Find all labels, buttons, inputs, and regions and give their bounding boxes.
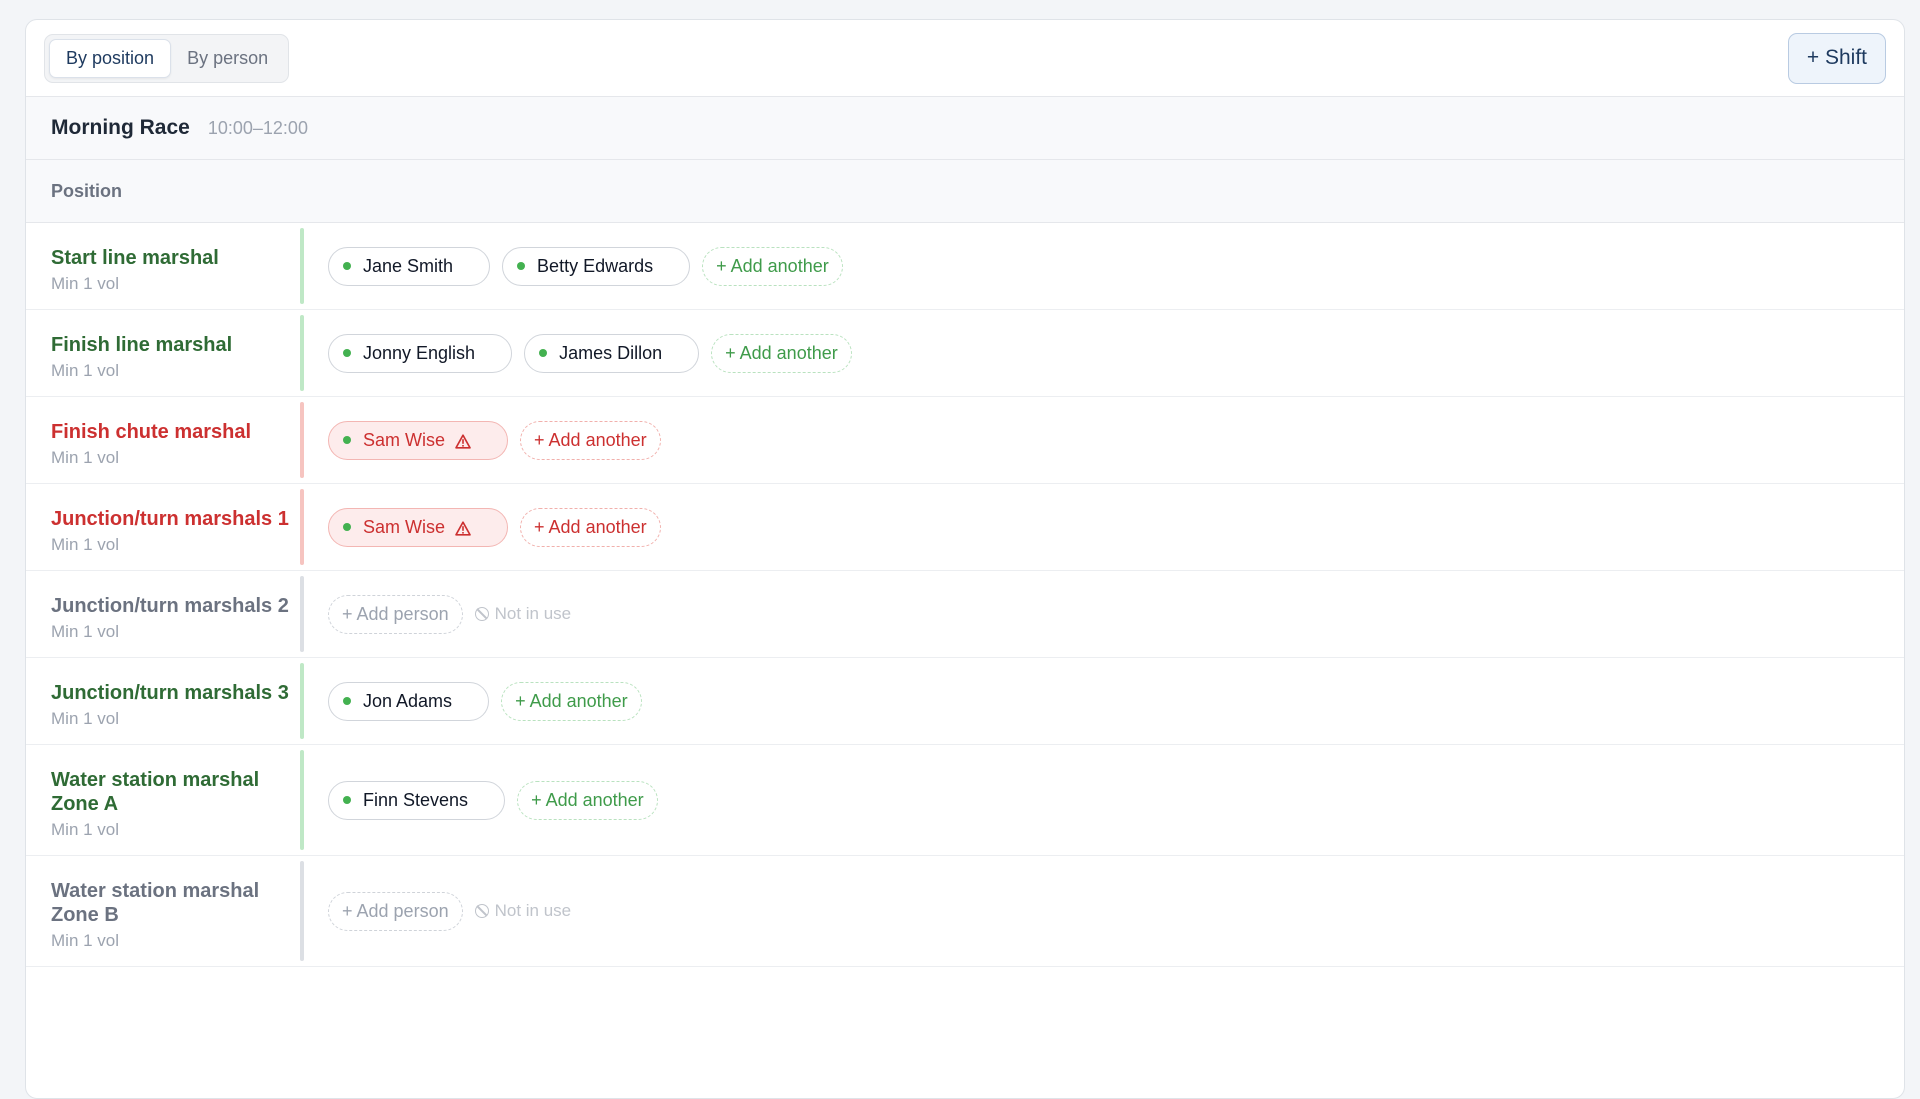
volunteer-name: Finn Stevens bbox=[363, 789, 469, 810]
volunteer-name: James Dillon bbox=[559, 342, 663, 363]
position-info: Finish chute marshal Min 1 vol bbox=[26, 402, 300, 478]
status-bar bbox=[300, 663, 304, 739]
tab-by-position[interactable]: By position bbox=[49, 38, 172, 78]
position-row: Junction/turn marshals 3 Min 1 vol Jon Ada… bbox=[26, 658, 1904, 745]
status-dot-icon bbox=[539, 349, 548, 357]
position-min-volunteers: Min 1 vol bbox=[51, 448, 120, 467]
add-person-button[interactable]: + Add person bbox=[328, 594, 463, 634]
status-dot-icon bbox=[343, 262, 351, 270]
position-row: Finish chute marshal Min 1 vol Sam Wise + A… bbox=[26, 397, 1904, 484]
status-dot-icon bbox=[343, 436, 351, 444]
not-in-use-status: Not in use bbox=[474, 901, 572, 921]
add-another-button[interactable]: + Add another bbox=[520, 507, 661, 547]
volunteer-name: Sam Wise bbox=[363, 429, 446, 450]
position-info: Water station marshal Zone B Min 1 vol bbox=[26, 861, 300, 961]
add-another-button[interactable]: + Add another bbox=[501, 681, 642, 721]
position-row: Water station marshal Zone B Min 1 vol + A… bbox=[26, 856, 1904, 967]
volunteer-chip[interactable]: Sam Wise bbox=[328, 420, 509, 460]
status-bar bbox=[300, 228, 304, 304]
ban-icon bbox=[474, 904, 489, 918]
status-bar bbox=[300, 576, 304, 652]
position-info: Water station marshal Zone A Min 1 vol bbox=[26, 750, 300, 850]
assignment-list: Sam Wise + Add another bbox=[328, 402, 661, 478]
schedule-panel: By position By person + Shift Morning Ra… bbox=[25, 19, 1905, 1099]
status-bar bbox=[300, 315, 304, 391]
status-bar bbox=[300, 861, 304, 961]
status-dot-icon bbox=[517, 262, 526, 270]
warning-triangle-icon bbox=[455, 433, 471, 449]
not-in-use-status: Not in use bbox=[474, 604, 572, 624]
position-name: Finish chute marshal bbox=[51, 421, 252, 443]
position-info: Finish line marshal Min 1 vol bbox=[26, 315, 300, 391]
assignment-list: Jon Adams + Add another bbox=[328, 663, 642, 739]
volunteer-name: Jonny English bbox=[363, 342, 476, 363]
volunteer-chip[interactable]: Jonny English bbox=[328, 333, 513, 373]
position-info: Start line marshal Min 1 vol bbox=[26, 228, 300, 304]
warning-triangle-icon bbox=[455, 520, 471, 536]
add-another-button[interactable]: + Add another bbox=[517, 780, 658, 820]
volunteer-chip[interactable]: Sam Wise bbox=[328, 507, 509, 547]
position-min-volunteers: Min 1 vol bbox=[51, 622, 120, 641]
position-name: Start line marshal bbox=[51, 247, 219, 269]
position-row: Start line marshal Min 1 vol Jane Smith Bet… bbox=[26, 223, 1904, 310]
ban-icon bbox=[474, 607, 489, 621]
position-list: Start line marshal Min 1 vol Jane Smith Bet… bbox=[26, 223, 1904, 967]
position-info: Junction/turn marshals 3 Min 1 vol bbox=[26, 663, 300, 739]
assignment-list: Finn Stevens + Add another bbox=[328, 750, 658, 850]
assignment-list: Jonny English James Dillon + Add another bbox=[328, 315, 852, 391]
add-shift-button[interactable]: + Shift bbox=[1787, 32, 1886, 84]
position-min-volunteers: Min 1 vol bbox=[51, 361, 120, 380]
position-min-volunteers: Min 1 vol bbox=[51, 820, 120, 839]
position-row: Junction/turn marshals 1 Min 1 vol Sam Wis… bbox=[26, 484, 1904, 571]
position-name: Junction/turn marshals 3 bbox=[51, 682, 289, 704]
volunteer-name: Betty Edwards bbox=[537, 255, 654, 276]
position-info: Junction/turn marshals 1 Min 1 vol bbox=[26, 489, 300, 565]
position-row: Junction/turn marshals 2 Min 1 vol + Add p… bbox=[26, 571, 1904, 658]
assignment-list: Sam Wise + Add another bbox=[328, 489, 661, 565]
position-name: Junction/turn marshals 2 bbox=[51, 595, 289, 617]
assignment-list: Jane Smith Betty Edwards + Add another bbox=[328, 228, 843, 304]
volunteer-chip[interactable]: James Dillon bbox=[524, 333, 700, 373]
position-min-volunteers: Min 1 vol bbox=[51, 709, 120, 728]
add-another-button[interactable]: + Add another bbox=[520, 420, 661, 460]
position-name: Water station marshal Zone B bbox=[51, 880, 260, 926]
position-min-volunteers: Min 1 vol bbox=[51, 535, 120, 554]
volunteer-name: Sam Wise bbox=[363, 516, 446, 537]
status-dot-icon bbox=[343, 523, 351, 531]
position-name: Water station marshal Zone A bbox=[51, 769, 260, 815]
position-info: Junction/turn marshals 2 Min 1 vol bbox=[26, 576, 300, 652]
volunteer-chip[interactable]: Betty Edwards bbox=[502, 246, 691, 286]
not-in-use-label: Not in use bbox=[494, 604, 572, 623]
toolbar: By position By person + Shift bbox=[26, 20, 1904, 97]
volunteer-chip[interactable]: Jon Adams bbox=[328, 681, 490, 721]
status-dot-icon bbox=[343, 349, 351, 357]
shift-header: Morning Race 10:00–12:00 bbox=[26, 97, 1904, 160]
status-dot-icon bbox=[343, 697, 351, 705]
position-name: Junction/turn marshals 1 bbox=[51, 508, 289, 530]
status-dot-icon bbox=[343, 796, 351, 804]
volunteer-name: Jon Adams bbox=[363, 690, 453, 711]
status-bar bbox=[300, 402, 304, 478]
volunteer-chip[interactable]: Finn Stevens bbox=[328, 780, 506, 820]
add-another-button[interactable]: + Add another bbox=[702, 246, 843, 286]
add-person-button[interactable]: + Add person bbox=[328, 891, 463, 931]
shift-title: Morning Race bbox=[51, 116, 190, 139]
status-bar bbox=[300, 750, 304, 850]
position-row: Water station marshal Zone A Min 1 vol Fin… bbox=[26, 745, 1904, 856]
position-min-volunteers: Min 1 vol bbox=[51, 274, 120, 293]
add-another-button[interactable]: + Add another bbox=[711, 333, 852, 373]
position-min-volunteers: Min 1 vol bbox=[51, 931, 120, 950]
status-bar bbox=[300, 489, 304, 565]
volunteer-name: Jane Smith bbox=[363, 255, 454, 276]
column-header-position: Position bbox=[26, 160, 1904, 223]
tab-by-person[interactable]: By person bbox=[171, 39, 284, 78]
volunteer-chip[interactable]: Jane Smith bbox=[328, 246, 491, 286]
not-in-use-label: Not in use bbox=[494, 901, 572, 920]
assignment-list: + Add person Not in use bbox=[328, 861, 571, 961]
view-toggle: By position By person bbox=[44, 33, 290, 83]
shift-time: 10:00–12:00 bbox=[207, 117, 308, 138]
position-row: Finish line marshal Min 1 vol Jonny Englis… bbox=[26, 310, 1904, 397]
position-name: Finish line marshal bbox=[51, 334, 233, 356]
assignment-list: + Add person Not in use bbox=[328, 576, 571, 652]
